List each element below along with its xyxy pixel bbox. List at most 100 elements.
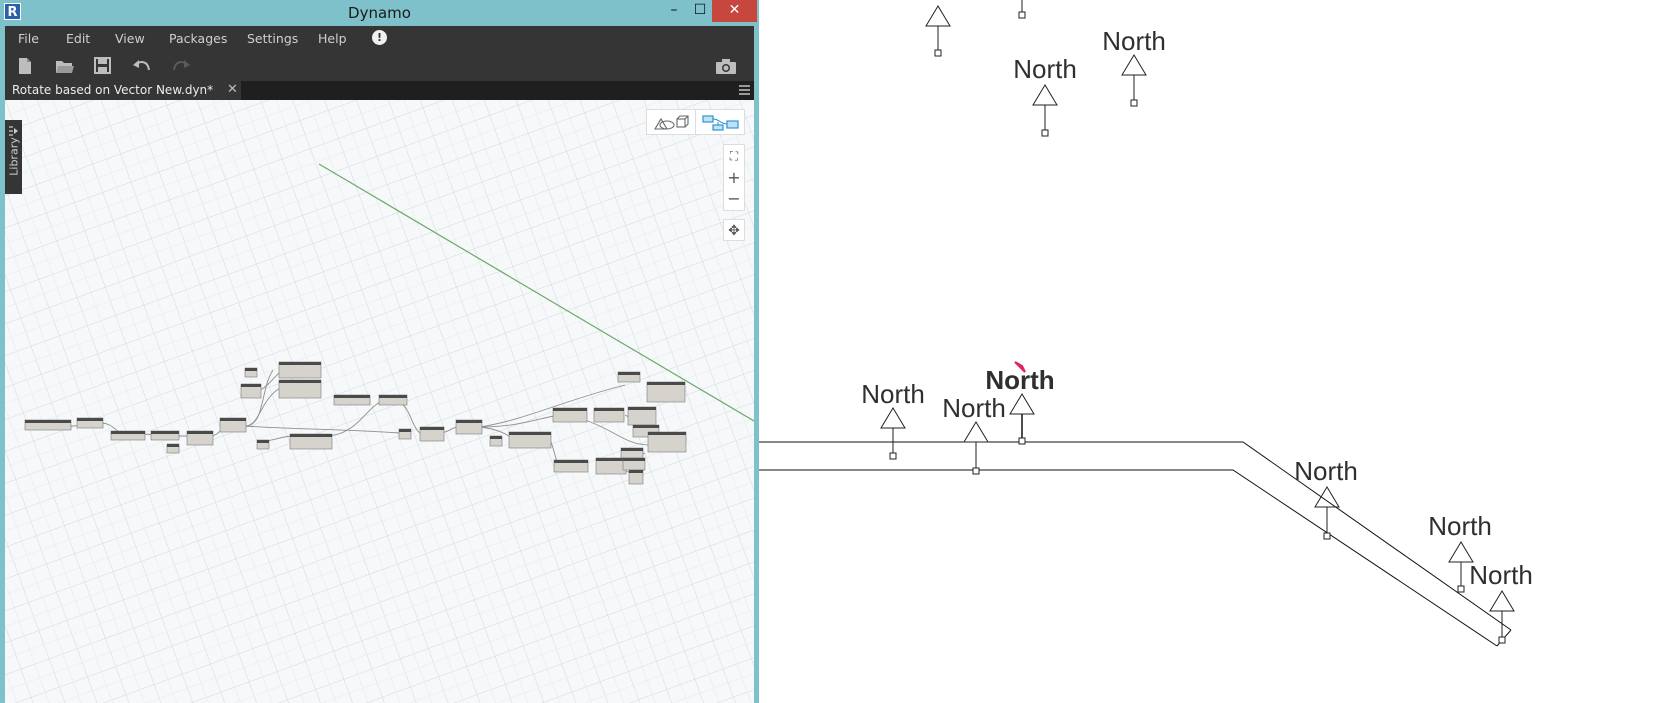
pan-button[interactable]: ✥ bbox=[723, 219, 745, 241]
graph-node-header bbox=[334, 395, 370, 398]
dynamo-window: R Dynamo – ☐ ✕ File Edit View Packages S… bbox=[0, 0, 759, 703]
graph-node-header bbox=[490, 436, 502, 439]
north-label: North bbox=[942, 393, 1006, 423]
north-arrow-triangle bbox=[1032, 84, 1058, 106]
alert-icon[interactable]: ! bbox=[372, 30, 387, 45]
graph-node-header bbox=[257, 440, 269, 443]
open-file-icon[interactable] bbox=[55, 57, 75, 75]
north-label: North bbox=[1013, 54, 1077, 84]
menu-help[interactable]: Help bbox=[318, 31, 347, 46]
graph-node-header bbox=[554, 460, 588, 463]
graph-node-header bbox=[25, 420, 71, 423]
tab-label: Rotate based on Vector New.dyn* bbox=[12, 83, 214, 97]
graph-node-header bbox=[279, 362, 321, 365]
maximize-button[interactable]: ☐ bbox=[686, 0, 714, 22]
graph-node-header bbox=[623, 458, 645, 461]
north-arrow-origin[interactable] bbox=[1498, 636, 1506, 644]
north-arrow-origin[interactable] bbox=[1041, 129, 1049, 137]
hamburger-menu-icon[interactable] bbox=[739, 85, 750, 95]
north-arrow-triangle bbox=[925, 5, 951, 27]
new-file-icon[interactable] bbox=[17, 57, 33, 75]
north-label: North bbox=[1428, 511, 1492, 541]
menu-settings[interactable]: Settings bbox=[247, 31, 298, 46]
graph-node-header bbox=[379, 395, 407, 398]
north-arrow-origin[interactable] bbox=[889, 452, 897, 460]
menu-edit[interactable]: Edit bbox=[66, 31, 90, 46]
north-arrow-triangle bbox=[1121, 54, 1147, 76]
north-label: North bbox=[1102, 26, 1166, 56]
graph-node-header bbox=[633, 425, 659, 428]
graph-node-header bbox=[420, 427, 444, 430]
tab-close-button[interactable]: ✕ bbox=[227, 82, 238, 97]
background-grid bbox=[5, 100, 754, 703]
graph-node-header bbox=[596, 458, 626, 461]
north-arrow-triangle bbox=[963, 421, 989, 443]
window-title: Dynamo bbox=[348, 4, 411, 22]
north-arrow-triangle bbox=[1489, 590, 1515, 612]
graph-node-header bbox=[279, 380, 321, 383]
north-arrow-origin[interactable] bbox=[934, 49, 942, 57]
graph-view-icon[interactable] bbox=[702, 114, 740, 132]
camera-icon[interactable] bbox=[715, 57, 737, 75]
north-label: North bbox=[906, 0, 970, 2]
graph-node-header bbox=[621, 448, 643, 451]
north-markers: NorthNorthNorth NorthNorthNorthNorthNorth… bbox=[861, 0, 1533, 644]
north-label: North bbox=[1469, 560, 1533, 590]
revit-drawing: NorthNorthNorth NorthNorthNorthNorthNorth… bbox=[759, 0, 1533, 647]
north-arrow-triangle bbox=[1448, 541, 1474, 563]
graph-node-header bbox=[629, 470, 643, 473]
north-arrow-triangle bbox=[1314, 486, 1340, 508]
menu-packages[interactable]: Packages bbox=[169, 31, 227, 46]
north-arrow-origin[interactable] bbox=[1323, 532, 1331, 540]
zoom-out-button[interactable]: − bbox=[724, 189, 744, 211]
graph-node-header bbox=[245, 368, 257, 371]
graph-node-header bbox=[77, 418, 103, 421]
tab-bar: Rotate based on Vector New.dyn* ✕ bbox=[5, 81, 754, 100]
north-arrow-origin[interactable] bbox=[1457, 585, 1465, 593]
graph-node-header bbox=[628, 407, 656, 410]
graph-node-header bbox=[618, 372, 640, 375]
toolbar bbox=[5, 51, 754, 81]
close-button[interactable]: ✕ bbox=[712, 0, 757, 22]
redo-icon[interactable] bbox=[171, 57, 191, 75]
wall-lines bbox=[759, 441, 1512, 647]
graph-node-header bbox=[594, 408, 624, 411]
north-label: North bbox=[1294, 456, 1358, 486]
graph-node-header bbox=[399, 429, 411, 432]
library-panel-toggle[interactable]: Library bbox=[5, 120, 22, 194]
graph-node-header bbox=[456, 420, 482, 423]
title-bar: R Dynamo – ☐ ✕ bbox=[0, 0, 759, 25]
menu-bar: File Edit View Packages Settings Help ! bbox=[5, 26, 754, 51]
zoom-fit-button[interactable]: ⛶ bbox=[724, 145, 744, 167]
menu-file[interactable]: File bbox=[18, 31, 39, 46]
tab-workspace[interactable]: Rotate based on Vector New.dyn* ✕ bbox=[5, 81, 241, 100]
menu-view[interactable]: View bbox=[115, 31, 145, 46]
graph-node-header bbox=[553, 408, 587, 411]
graph-canvas[interactable]: Library ⛶ + − ✥ bbox=[5, 100, 754, 703]
graph-node-header bbox=[220, 418, 246, 421]
graph-node-header bbox=[290, 434, 332, 437]
north-label: North bbox=[861, 379, 925, 409]
graph-node-header bbox=[647, 382, 685, 385]
library-label: Library bbox=[7, 137, 21, 176]
graph-node-header bbox=[509, 432, 551, 435]
north-arrow-triangle bbox=[880, 407, 906, 429]
graph-node-header bbox=[151, 431, 179, 434]
zoom-controls: ⛶ + − bbox=[723, 144, 745, 211]
revit-view[interactable]: North North North North North North North North… bbox=[759, 0, 1659, 703]
graph-node-header bbox=[241, 384, 261, 387]
north-arrow-origin[interactable] bbox=[1130, 99, 1138, 107]
zoom-in-button[interactable]: + bbox=[724, 167, 744, 189]
undo-icon[interactable] bbox=[132, 57, 152, 75]
north-arrow-triangle bbox=[1009, 393, 1035, 415]
minimize-button[interactable]: – bbox=[660, 0, 688, 22]
north-label: North bbox=[985, 365, 1054, 395]
geometry-view-icon[interactable] bbox=[653, 115, 689, 131]
graph-node-header bbox=[648, 432, 686, 435]
north-arrow-origin[interactable] bbox=[1018, 11, 1026, 19]
north-arrow-origin[interactable] bbox=[972, 467, 980, 475]
graph-node-header bbox=[111, 431, 145, 434]
save-icon[interactable] bbox=[94, 57, 112, 75]
north-arrow-origin[interactable] bbox=[1018, 437, 1026, 445]
graph-node-header bbox=[167, 444, 179, 447]
